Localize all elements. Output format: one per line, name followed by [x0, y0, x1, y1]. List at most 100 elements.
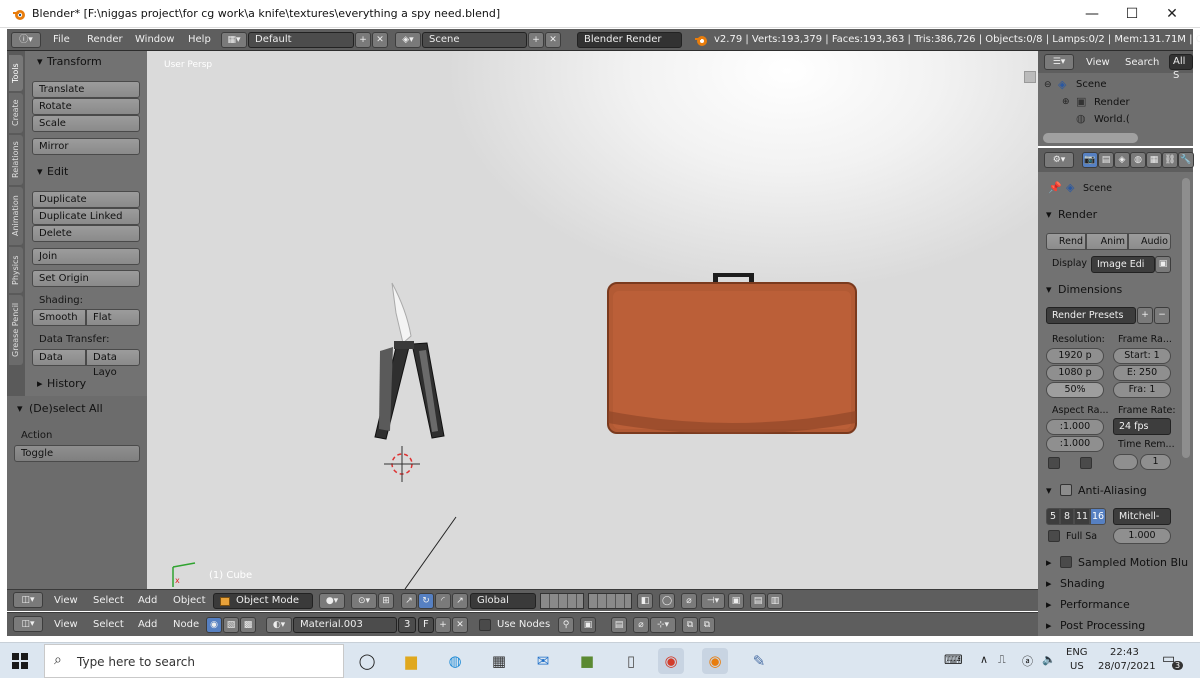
render-layers-context-icon[interactable]: ▤ — [1098, 152, 1114, 168]
action-select[interactable]: Toggle — [14, 445, 140, 462]
material-name-field[interactable]: Material.003 — [293, 617, 397, 633]
document-icon[interactable]: ▯ — [618, 648, 644, 674]
flat-shading-button[interactable]: Flat — [86, 309, 140, 326]
blender-taskbar-icon[interactable]: ◉ — [702, 648, 728, 674]
screen-layout-icon[interactable]: ▦▾ — [221, 32, 247, 48]
scene-field[interactable]: Scene — [422, 32, 527, 48]
render-panel-heading[interactable]: Render — [1058, 208, 1097, 221]
frame-rate-select[interactable]: 24 fps — [1113, 418, 1171, 435]
post-processing-panel-heading[interactable]: Post Processing — [1060, 619, 1145, 632]
screen-layout-field[interactable]: Default — [248, 32, 354, 48]
mirror-button[interactable]: Mirror — [32, 138, 140, 155]
fake-user-toggle[interactable]: F — [418, 617, 434, 633]
tab-create[interactable]: Create — [9, 93, 23, 133]
expand-icon[interactable]: ⊕ — [1062, 97, 1070, 107]
chevron-down-icon[interactable]: ▾ — [1046, 484, 1052, 497]
duplicate-linked-button[interactable]: Duplicate Linked — [32, 208, 140, 225]
aspect-y-field[interactable]: :1.000 — [1046, 436, 1104, 452]
modifiers-context-icon[interactable]: 🔧 — [1178, 152, 1194, 168]
sampled-motion-blur-heading[interactable]: Sampled Motion Blu — [1078, 556, 1188, 569]
edge-browser-icon[interactable]: ◍ — [442, 648, 468, 674]
scale-button[interactable]: Scale — [32, 115, 140, 132]
file-explorer-icon[interactable]: ▆ — [398, 648, 424, 674]
chevron-right-icon[interactable]: ▸ — [1046, 619, 1052, 632]
chevron-down-icon[interactable]: ▾ — [37, 165, 43, 178]
chevron-down-icon[interactable]: ▾ — [1046, 208, 1052, 221]
menu-file[interactable]: File — [53, 34, 70, 45]
outliner-item-render[interactable]: Render — [1094, 97, 1130, 108]
rotate-manipulator-icon[interactable]: ↻ — [418, 593, 434, 609]
network-icon[interactable]: ⎍ — [998, 653, 1006, 667]
volume-icon[interactable]: 🔈 — [1042, 653, 1056, 666]
menu-view[interactable]: View — [54, 619, 78, 630]
editor-type-3d-icon[interactable]: ◫▾ — [13, 592, 43, 608]
clock-time[interactable]: 22:43 — [1110, 647, 1139, 658]
collapse-icon[interactable]: ⊖ — [1044, 80, 1052, 90]
3d-viewport[interactable]: User Persp x (1) Cube — [147, 51, 1038, 589]
node-copy-icon[interactable]: ▤ — [611, 617, 627, 633]
motion-blur-checkbox[interactable] — [1060, 556, 1072, 568]
lock-layers-icon[interactable]: ◧ — [637, 593, 653, 609]
border-checkbox[interactable] — [1048, 457, 1060, 469]
lock-interface-icon[interactable]: ▣ — [1155, 256, 1171, 273]
tab-relations[interactable]: Relations — [9, 135, 23, 185]
tab-grease-pencil[interactable]: Grease Pencil — [9, 295, 23, 365]
join-button[interactable]: Join — [32, 248, 140, 265]
menu-render[interactable]: Render — [87, 34, 123, 45]
rotate-button[interactable]: Rotate — [32, 98, 140, 115]
editor-type-outliner-icon[interactable]: ☰▾ — [1044, 54, 1074, 70]
menu-select[interactable]: Select — [93, 595, 124, 606]
shading-panel-heading[interactable]: Shading — [1060, 577, 1105, 590]
delete-button[interactable]: Delete — [32, 225, 140, 242]
minecraft-icon[interactable]: ■ — [574, 648, 600, 674]
pin-icon[interactable]: 📌 — [1048, 181, 1062, 194]
render-image-icon[interactable]: ▤ — [750, 593, 766, 609]
layer-buttons-a[interactable] — [540, 593, 584, 609]
taskbar-search-box[interactable]: ⌕ Type here to search — [44, 644, 344, 678]
tab-physics[interactable]: Physics — [9, 247, 23, 293]
menu-add[interactable]: Add — [138, 619, 157, 630]
remove-preset-icon[interactable]: − — [1154, 307, 1170, 324]
aa-samples-5[interactable]: 5 — [1046, 508, 1060, 525]
data-layout-button[interactable]: Data Layo — [86, 349, 140, 378]
use-nodes-checkbox[interactable] — [479, 619, 491, 631]
history-panel-heading[interactable]: History — [47, 377, 86, 390]
node-snap-element-icon[interactable]: ⊹▾ — [650, 617, 676, 633]
pin-icon[interactable]: ⚲ — [558, 617, 574, 633]
aa-samples-8[interactable]: 8 — [1060, 508, 1074, 525]
resolution-percentage-slider[interactable]: 50% — [1046, 382, 1104, 398]
transform-panel-heading[interactable]: Transform — [47, 55, 102, 68]
compositing-nodes-icon[interactable]: ▧ — [223, 617, 239, 633]
render-animation-button[interactable]: Anim — [1086, 233, 1128, 250]
task-view-icon[interactable]: ◯ — [354, 648, 380, 674]
frame-start-field[interactable]: Start: 1 — [1113, 348, 1171, 364]
antialiasing-checkbox[interactable] — [1060, 484, 1072, 496]
menu-view[interactable]: View — [54, 595, 78, 606]
node-snap-icon[interactable]: ⌀ — [633, 617, 649, 633]
paint-icon[interactable]: ✎ — [746, 648, 772, 674]
language-indicator[interactable]: ENG — [1066, 647, 1088, 658]
menu-help[interactable]: Help — [188, 34, 211, 45]
tab-tools[interactable]: Tools — [9, 55, 23, 91]
full-sample-checkbox[interactable] — [1048, 530, 1060, 542]
render-image-button[interactable]: Rend — [1046, 233, 1086, 250]
menu-add[interactable]: Add — [138, 595, 157, 606]
translate-button[interactable]: Translate — [32, 81, 140, 98]
proportional-edit-icon[interactable]: ◯ — [659, 593, 675, 609]
viewport-corner-widget[interactable] — [1024, 71, 1036, 83]
object-context-icon[interactable]: ▦ — [1146, 152, 1162, 168]
constraints-context-icon[interactable]: ⛓ — [1162, 152, 1178, 168]
add-scene-icon[interactable]: + — [528, 32, 544, 48]
render-animation-icon[interactable]: ▥ — [767, 593, 783, 609]
set-origin-select[interactable]: Set Origin — [32, 270, 140, 287]
dimensions-panel-heading[interactable]: Dimensions — [1058, 283, 1122, 296]
aspect-x-field[interactable]: :1.000 — [1046, 419, 1104, 435]
close-button[interactable]: ✕ — [1152, 0, 1192, 28]
frame-step-field[interactable]: Fra: 1 — [1113, 382, 1171, 398]
render-context-icon[interactable]: 📷 — [1082, 152, 1098, 168]
display-select[interactable]: Image Edi — [1091, 256, 1155, 273]
performance-panel-heading[interactable]: Performance — [1060, 598, 1130, 611]
snap-toggle-icon[interactable]: ⌀ — [681, 593, 697, 609]
chevron-down-icon[interactable]: ▾ — [1046, 283, 1052, 296]
chevron-right-icon[interactable]: ▸ — [1046, 598, 1052, 611]
